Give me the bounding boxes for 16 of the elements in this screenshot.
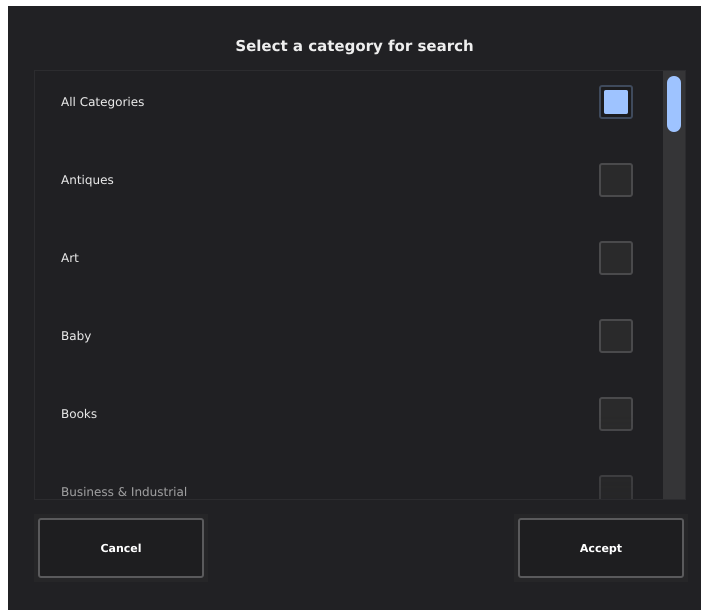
category-label: All Categories xyxy=(61,95,144,109)
category-label: Art xyxy=(61,251,79,265)
checkbox[interactable] xyxy=(599,475,633,499)
checkbox[interactable] xyxy=(599,241,633,275)
checkbox[interactable] xyxy=(599,163,633,197)
dialog-button[interactable]: Accept xyxy=(518,518,684,578)
checkbox[interactable] xyxy=(599,85,633,119)
scrollbar-thumb[interactable] xyxy=(667,76,681,132)
category-label: Business & Industrial xyxy=(61,485,188,499)
category-label: Books xyxy=(61,407,98,421)
dialog-button[interactable]: Cancel xyxy=(38,518,204,578)
category-label: Antiques xyxy=(61,173,114,187)
checkbox[interactable] xyxy=(599,397,633,431)
checkbox[interactable] xyxy=(599,319,633,353)
dialog-title: Select a category for search xyxy=(234,36,475,57)
category-label: Baby xyxy=(61,329,92,343)
